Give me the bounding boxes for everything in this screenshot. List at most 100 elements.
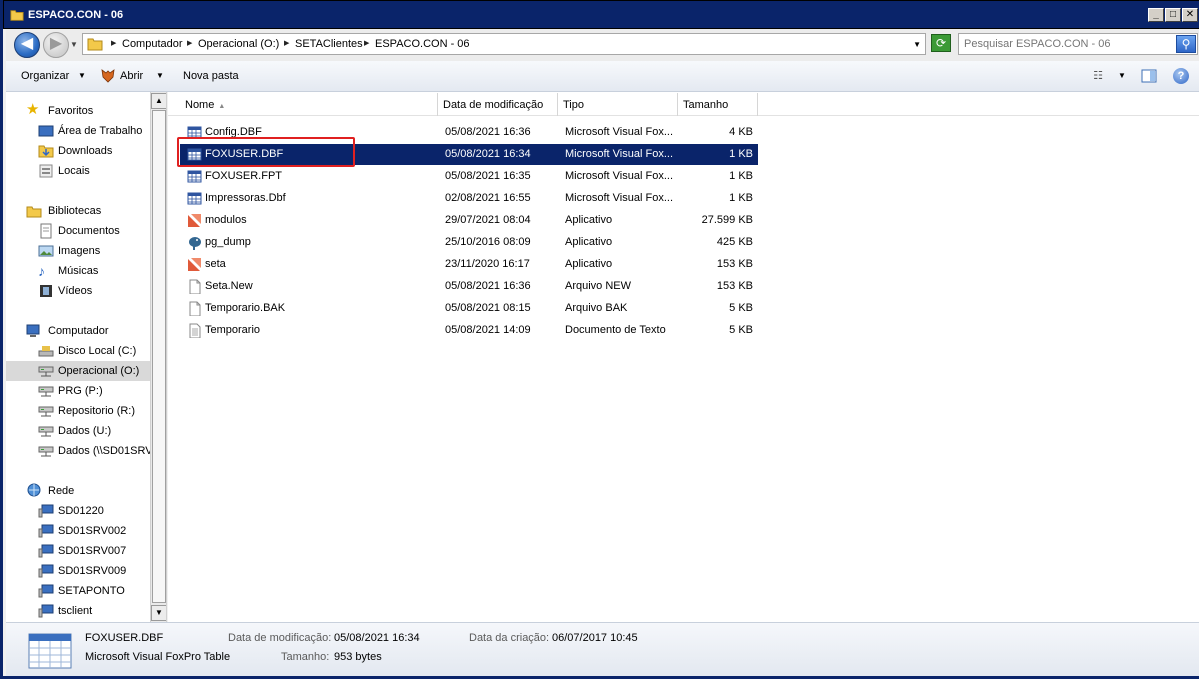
chevron-down-icon[interactable]: ▼ xyxy=(156,71,164,80)
column-header-name[interactable]: Nome ▲ xyxy=(180,93,438,116)
nav-item-label: Operacional (O:) xyxy=(58,365,140,377)
scroll-up-icon[interactable]: ▲ xyxy=(151,93,166,109)
nav-item-drive-u[interactable]: Dados (U:) xyxy=(6,421,150,441)
file-row[interactable]: FOXUSER.FPT 05/08/2021 16:35 Microsoft Vis… xyxy=(180,166,758,187)
new-folder-button[interactable]: Nova pasta xyxy=(183,70,239,82)
app-icon xyxy=(188,214,201,227)
breadcrumb-setaclientes[interactable]: SETAClientes xyxy=(295,38,363,50)
back-button[interactable]: ◀ xyxy=(14,32,40,58)
chevron-down-icon[interactable]: ▼ xyxy=(78,71,86,80)
refresh-button[interactable]: ⟳ xyxy=(931,34,951,52)
local-disk-icon xyxy=(38,346,54,357)
arrow-right-icon: ▶ xyxy=(49,35,63,52)
breadcrumb-computador[interactable]: Computador xyxy=(122,38,183,50)
documents-icon xyxy=(40,223,52,239)
file-row[interactable]: Temporario 05/08/2021 14:09 Documento de T… xyxy=(180,320,758,341)
column-size-label: Tamanho xyxy=(683,99,729,111)
file-modified: 05/08/2021 14:09 xyxy=(445,324,531,336)
maximize-button[interactable]: □ xyxy=(1165,8,1181,22)
search-button[interactable]: ⚲ xyxy=(1176,35,1196,53)
nav-item-downloads[interactable]: Downloads xyxy=(6,141,150,161)
nav-libraries[interactable]: Bibliotecas xyxy=(6,201,150,221)
search-icon: ⚲ xyxy=(1181,37,1191,51)
column-name-label: Nome xyxy=(185,99,215,111)
scroll-down-icon[interactable]: ▼ xyxy=(151,605,166,621)
title-bar[interactable]: ESPACO.CON - 06 _ □ ✕ xyxy=(3,0,1199,29)
scrollbar-thumb[interactable] xyxy=(152,110,166,603)
forward-button[interactable]: ▶ xyxy=(43,32,69,58)
nav-item-drive-unc[interactable]: Dados (\\SD01SRV xyxy=(6,441,150,461)
nav-item-label: Locais xyxy=(58,165,90,177)
chevron-right-icon[interactable]: ▶ xyxy=(111,39,116,47)
chevron-down-icon[interactable]: ▼ xyxy=(1118,71,1126,80)
table-icon xyxy=(28,633,72,669)
desktop-icon xyxy=(38,125,54,137)
nav-item-drive-r[interactable]: Repositorio (R:) xyxy=(6,401,150,421)
close-button[interactable]: ✕ xyxy=(1182,8,1198,22)
nav-item-network-host[interactable]: SD01SRV009 xyxy=(6,561,150,581)
column-header-type[interactable]: Tipo xyxy=(558,93,678,116)
search-input[interactable] xyxy=(959,34,1175,54)
column-type-label: Tipo xyxy=(563,99,584,111)
file-row[interactable]: Impressoras.Dbf 02/08/2021 16:55 Microsoft… xyxy=(180,188,758,209)
details-modified-value: 05/08/2021 16:34 xyxy=(334,632,420,644)
chevron-right-icon[interactable]: ▶ xyxy=(364,39,369,47)
nav-network[interactable]: Rede xyxy=(6,481,150,501)
nav-item-label: SD01SRV009 xyxy=(58,565,127,577)
breadcrumb-operacional[interactable]: Operacional (O:) xyxy=(198,38,279,50)
nav-item-drive-p[interactable]: PRG (P:) xyxy=(6,381,150,401)
network-drive-icon xyxy=(38,386,54,397)
nav-item-drive-c[interactable]: Disco Local (C:) xyxy=(6,341,150,361)
file-row[interactable]: modulos 29/07/2021 08:04 Aplicativo 27.599 … xyxy=(180,210,758,231)
file-row[interactable]: pg_dump 25/10/2016 08:09 Aplicativo 425 KB xyxy=(180,232,758,253)
nav-item-network-host[interactable]: SETAPONTO xyxy=(6,581,150,601)
nav-item-drive-o[interactable]: Operacional (O:) xyxy=(6,361,150,381)
chevron-right-icon[interactable]: ▶ xyxy=(187,39,192,47)
table-icon xyxy=(187,192,202,205)
file-type: Documento de Texto xyxy=(565,324,666,336)
file-size: 4 KB xyxy=(729,126,753,138)
file-row[interactable]: Seta.New 05/08/2021 16:36 Arquivo NEW 153 K… xyxy=(180,276,758,297)
file-size: 1 KB xyxy=(729,192,753,204)
nav-item-recent[interactable]: Locais xyxy=(6,161,150,181)
network-computer-icon xyxy=(38,504,54,518)
nav-item-network-host[interactable]: SD01SRV002 xyxy=(6,521,150,541)
network-computer-icon xyxy=(38,584,54,598)
recent-pages-dropdown[interactable]: ▼ xyxy=(70,40,78,49)
chevron-down-icon[interactable]: ▼ xyxy=(913,40,921,49)
breadcrumb-espaco[interactable]: ESPACO.CON - 06 xyxy=(375,38,470,50)
file-list: Nome ▲ Data de modificação Tipo Tamanho C… xyxy=(168,92,1199,622)
preview-pane-icon[interactable] xyxy=(1141,68,1157,84)
nav-favorites[interactable]: ★ Favoritos xyxy=(6,101,150,121)
nav-scrollbar[interactable]: ▲ ▼ xyxy=(150,92,166,622)
details-size-value: 953 bytes xyxy=(334,651,382,663)
nav-item-pictures[interactable]: Imagens xyxy=(6,241,150,261)
minimize-button[interactable]: _ xyxy=(1148,8,1164,22)
column-header-modified[interactable]: Data de modificação xyxy=(438,93,558,116)
file-row[interactable]: Temporario.BAK 05/08/2021 08:15 Arquivo BA… xyxy=(180,298,758,319)
sort-ascending-icon: ▲ xyxy=(218,103,226,110)
organize-button[interactable]: Organizar xyxy=(21,70,69,82)
nav-item-music[interactable]: ♪ Músicas xyxy=(6,261,150,281)
column-header-size[interactable]: Tamanho xyxy=(678,93,758,116)
nav-item-network-host[interactable]: SD01SRV007 xyxy=(6,541,150,561)
nav-item-desktop[interactable]: Área de Trabalho xyxy=(6,121,150,141)
nav-item-network-host[interactable]: tsclient xyxy=(6,601,150,621)
view-options-icon[interactable]: ☷ xyxy=(1091,69,1105,83)
open-button[interactable]: Abrir xyxy=(120,70,143,82)
file-size: 425 KB xyxy=(716,236,753,248)
network-drive-icon xyxy=(38,446,54,457)
chevron-right-icon[interactable]: ▶ xyxy=(284,39,289,47)
details-modified-label: Data de modificação: xyxy=(228,632,332,644)
help-icon[interactable]: ? xyxy=(1173,68,1189,84)
nav-item-network-host[interactable]: SD01220 xyxy=(6,501,150,521)
nav-computer[interactable]: Computador xyxy=(6,321,150,341)
file-name: modulos xyxy=(205,214,247,226)
file-row[interactable]: seta 23/11/2020 16:17 Aplicativo 153 KB xyxy=(180,254,758,275)
folder-icon xyxy=(87,38,103,51)
nav-item-documents[interactable]: Documentos xyxy=(6,221,150,241)
nav-item-videos[interactable]: Vídeos xyxy=(6,281,150,301)
blank-file-icon xyxy=(189,301,201,316)
breadcrumb[interactable]: ▶ Computador ▶ Operacional (O:) ▶ SETACl… xyxy=(82,33,926,55)
file-name: seta xyxy=(205,258,226,270)
